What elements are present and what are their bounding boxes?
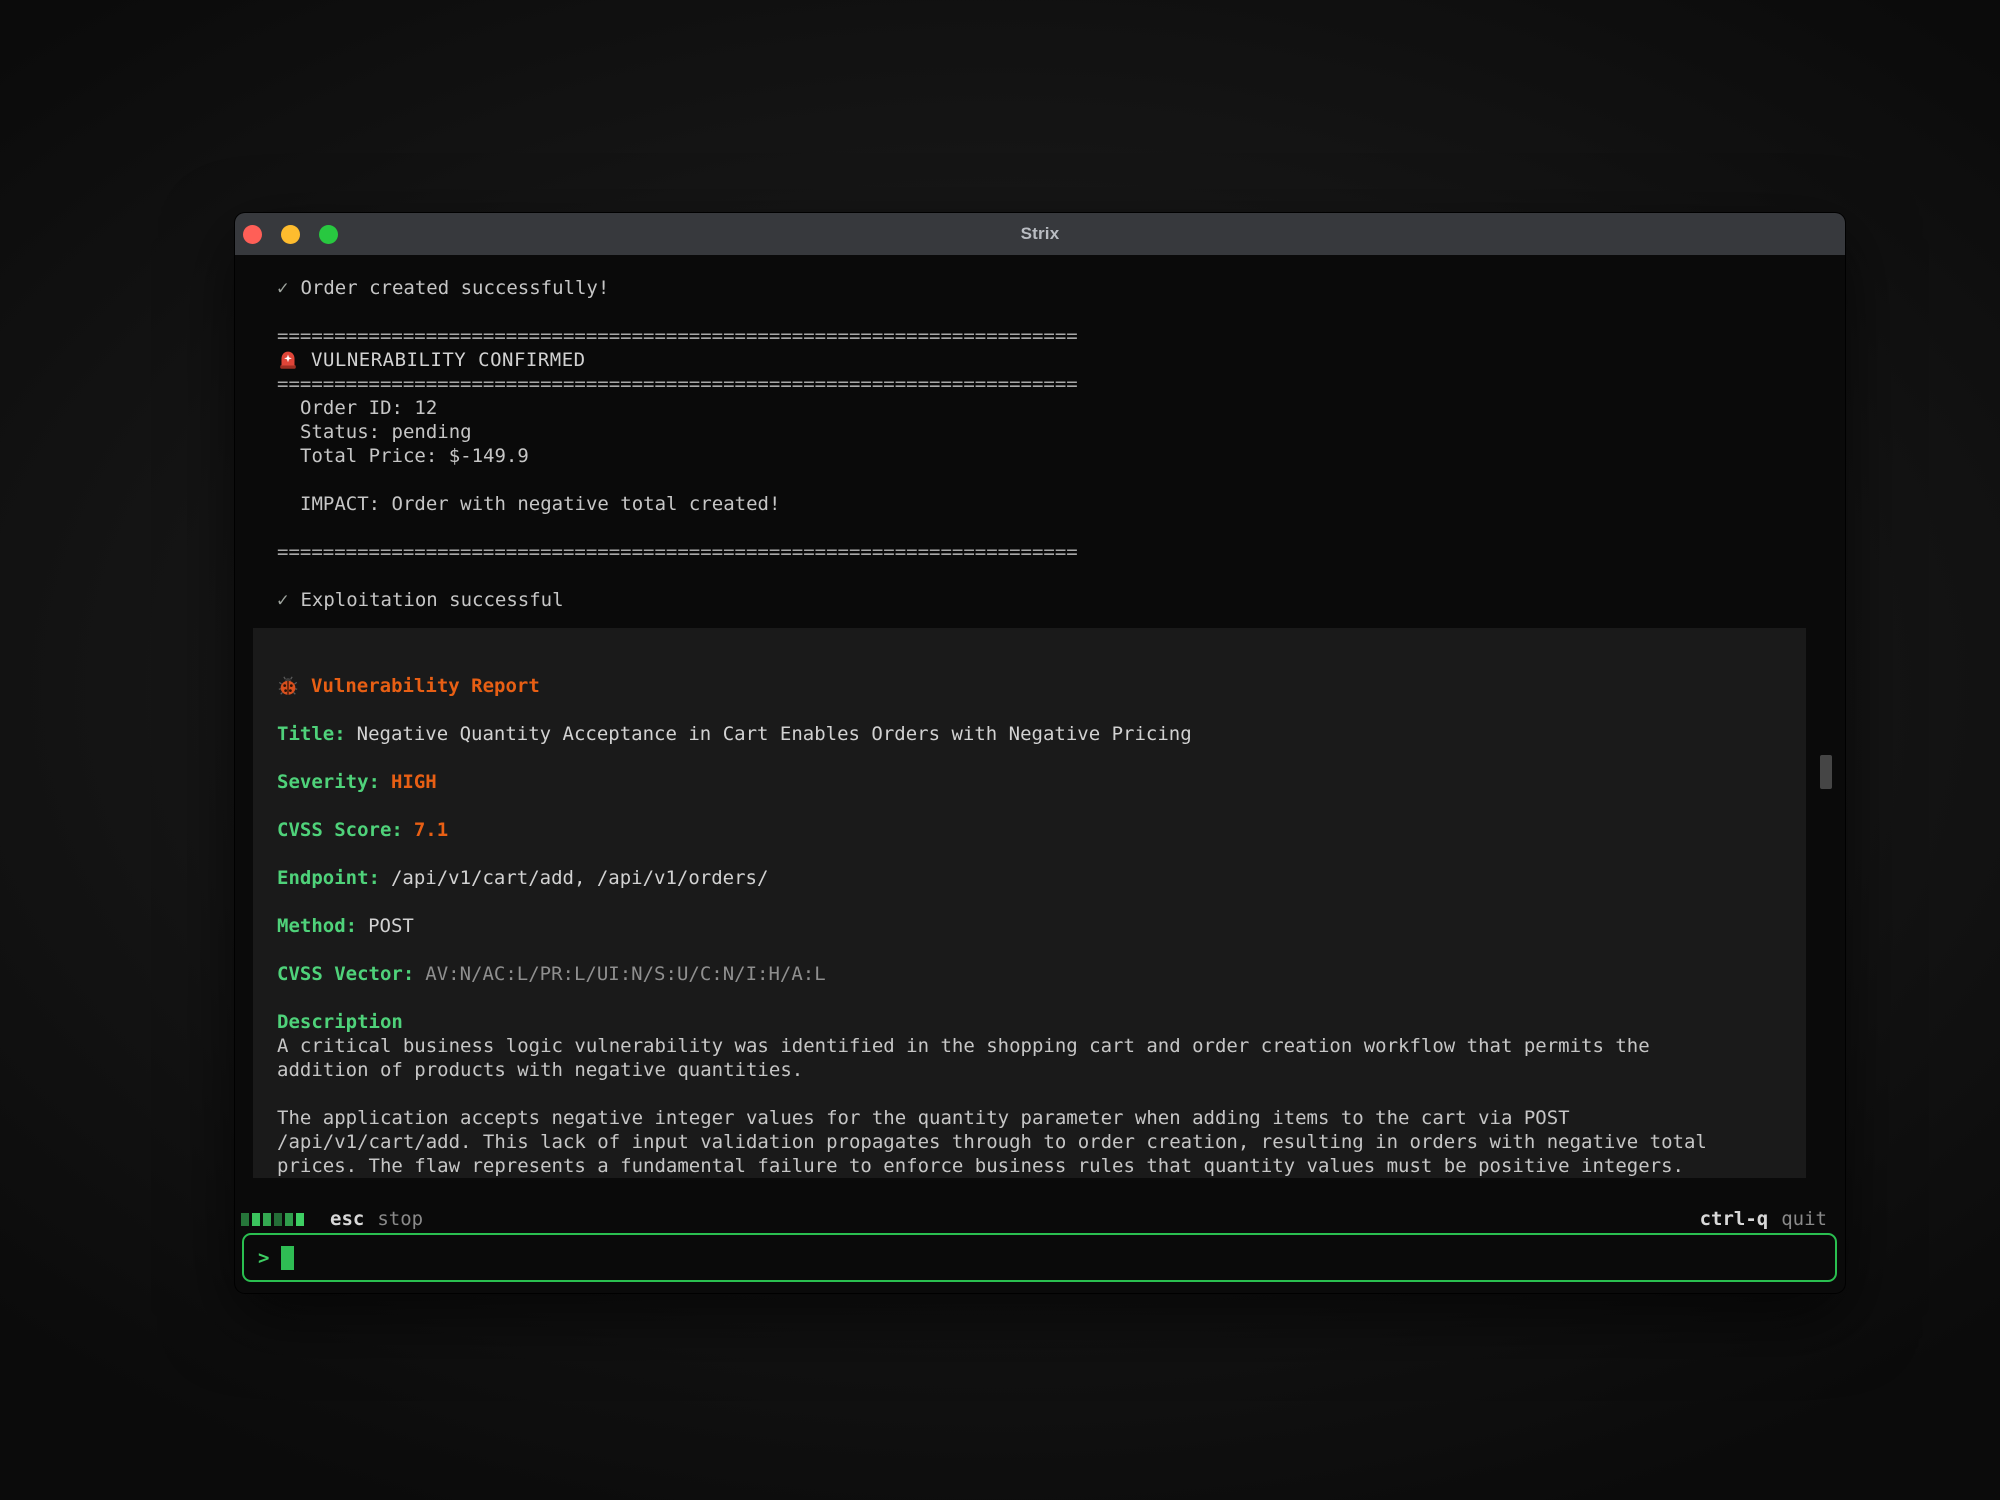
field-label: Severity: bbox=[277, 771, 380, 793]
blank-line bbox=[277, 746, 1782, 770]
exploitation-line: ✓ Exploitation successful bbox=[277, 588, 1845, 612]
report-field-cvss-score: CVSS Score: 7.1 bbox=[277, 818, 1782, 842]
blank-line bbox=[277, 1082, 1782, 1106]
blank-line bbox=[277, 564, 1845, 588]
impact-line: IMPACT: Order with negative total create… bbox=[277, 492, 1845, 516]
description-line: prices. The flaw represents a fundamenta… bbox=[277, 1154, 1782, 1178]
description-line: A critical business logic vulnerability … bbox=[277, 1034, 1782, 1058]
field-value: /api/v1/cart/add, /api/v1/orders/ bbox=[391, 867, 769, 889]
traffic-lights bbox=[243, 213, 338, 255]
check-icon: ✓ bbox=[277, 277, 288, 299]
field-label: Endpoint: bbox=[277, 867, 380, 889]
statusbar: esc stop ctrl-q quit bbox=[241, 1207, 1827, 1231]
blank-line bbox=[277, 698, 1782, 722]
order-success-text: Order created successfully! bbox=[300, 277, 609, 299]
blank-line bbox=[277, 300, 1845, 324]
field-label: CVSS Vector: bbox=[277, 963, 414, 985]
field-label: Title: bbox=[277, 723, 346, 745]
activity-spinner-icon bbox=[241, 1213, 304, 1226]
field-label: Method: bbox=[277, 915, 357, 937]
vulnerability-report-panel: Vulnerability Report Title: Negative Quan… bbox=[253, 628, 1806, 1178]
maximize-button[interactable] bbox=[319, 225, 338, 244]
check-icon: ✓ bbox=[277, 589, 288, 611]
blank-line bbox=[277, 516, 1845, 540]
esc-key-hint: esc bbox=[330, 1208, 364, 1230]
ctrl-q-key-hint: ctrl-q bbox=[1700, 1208, 1769, 1230]
exploitation-text: Exploitation successful bbox=[300, 589, 563, 611]
blank-line bbox=[277, 794, 1782, 818]
stop-label: stop bbox=[377, 1208, 423, 1230]
blank-line bbox=[277, 986, 1782, 1010]
description-line: /api/v1/cart/add. This lack of input val… bbox=[277, 1130, 1782, 1154]
description-line: The application accepts negative integer… bbox=[277, 1106, 1782, 1130]
description-line: addition of products with negative quant… bbox=[277, 1058, 1782, 1082]
report-field-title: Title: Negative Quantity Acceptance in Ca… bbox=[277, 722, 1782, 746]
order-success-line: ✓ Order created successfully! bbox=[277, 276, 1845, 300]
field-value: Negative Quantity Acceptance in Cart Ena… bbox=[357, 723, 1192, 745]
prompt-symbol: > bbox=[258, 1247, 269, 1269]
report-header-text: Vulnerability Report bbox=[311, 674, 540, 698]
field-label: CVSS Score: bbox=[277, 819, 403, 841]
order-id-line: Order ID: 12 bbox=[277, 396, 1845, 420]
close-button[interactable] bbox=[243, 225, 262, 244]
field-value: HIGH bbox=[391, 771, 437, 793]
blank-line bbox=[277, 938, 1782, 962]
description-heading: Description bbox=[277, 1010, 1782, 1034]
text-cursor bbox=[281, 1246, 294, 1270]
bug-icon bbox=[277, 675, 299, 697]
separator-line: ========================================… bbox=[277, 324, 1845, 348]
status-line: Status: pending bbox=[277, 420, 1845, 444]
report-field-cvss-vector: CVSS Vector: AV:N/AC:L/PR:L/UI:N/S:U/C:N/… bbox=[277, 962, 1782, 986]
separator-line: ========================================… bbox=[277, 372, 1845, 396]
vulnerability-confirmed-line: VULNERABILITY CONFIRMED bbox=[277, 348, 1845, 372]
command-input[interactable]: > bbox=[242, 1233, 1837, 1282]
field-value: POST bbox=[368, 915, 414, 937]
report-header-line: Vulnerability Report bbox=[277, 674, 1782, 698]
separator-line: ========================================… bbox=[277, 540, 1845, 564]
vulnerability-confirmed-text: VULNERABILITY CONFIRMED bbox=[311, 348, 586, 372]
terminal-output: ✓ Order created successfully! ===========… bbox=[235, 255, 1845, 1199]
report-field-method: Method: POST bbox=[277, 914, 1782, 938]
window-title: Strix bbox=[1021, 224, 1060, 244]
total-price-line: Total Price: $-149.9 bbox=[277, 444, 1845, 468]
blank-line bbox=[277, 842, 1782, 866]
field-value: 7.1 bbox=[414, 819, 448, 841]
report-field-severity: Severity: HIGH bbox=[277, 770, 1782, 794]
scrollbar-thumb[interactable] bbox=[1820, 755, 1832, 789]
strix-window: Strix ✓ Order created successfully! =====… bbox=[235, 213, 1845, 1293]
quit-label: quit bbox=[1781, 1208, 1827, 1230]
titlebar: Strix bbox=[235, 213, 1845, 255]
blank-line bbox=[277, 468, 1845, 492]
blank-line bbox=[277, 890, 1782, 914]
siren-icon bbox=[277, 349, 299, 371]
report-field-endpoint: Endpoint: /api/v1/cart/add, /api/v1/order… bbox=[277, 866, 1782, 890]
field-value: AV:N/AC:L/PR:L/UI:N/S:U/C:N/I:H/A:L bbox=[425, 963, 825, 985]
minimize-button[interactable] bbox=[281, 225, 300, 244]
